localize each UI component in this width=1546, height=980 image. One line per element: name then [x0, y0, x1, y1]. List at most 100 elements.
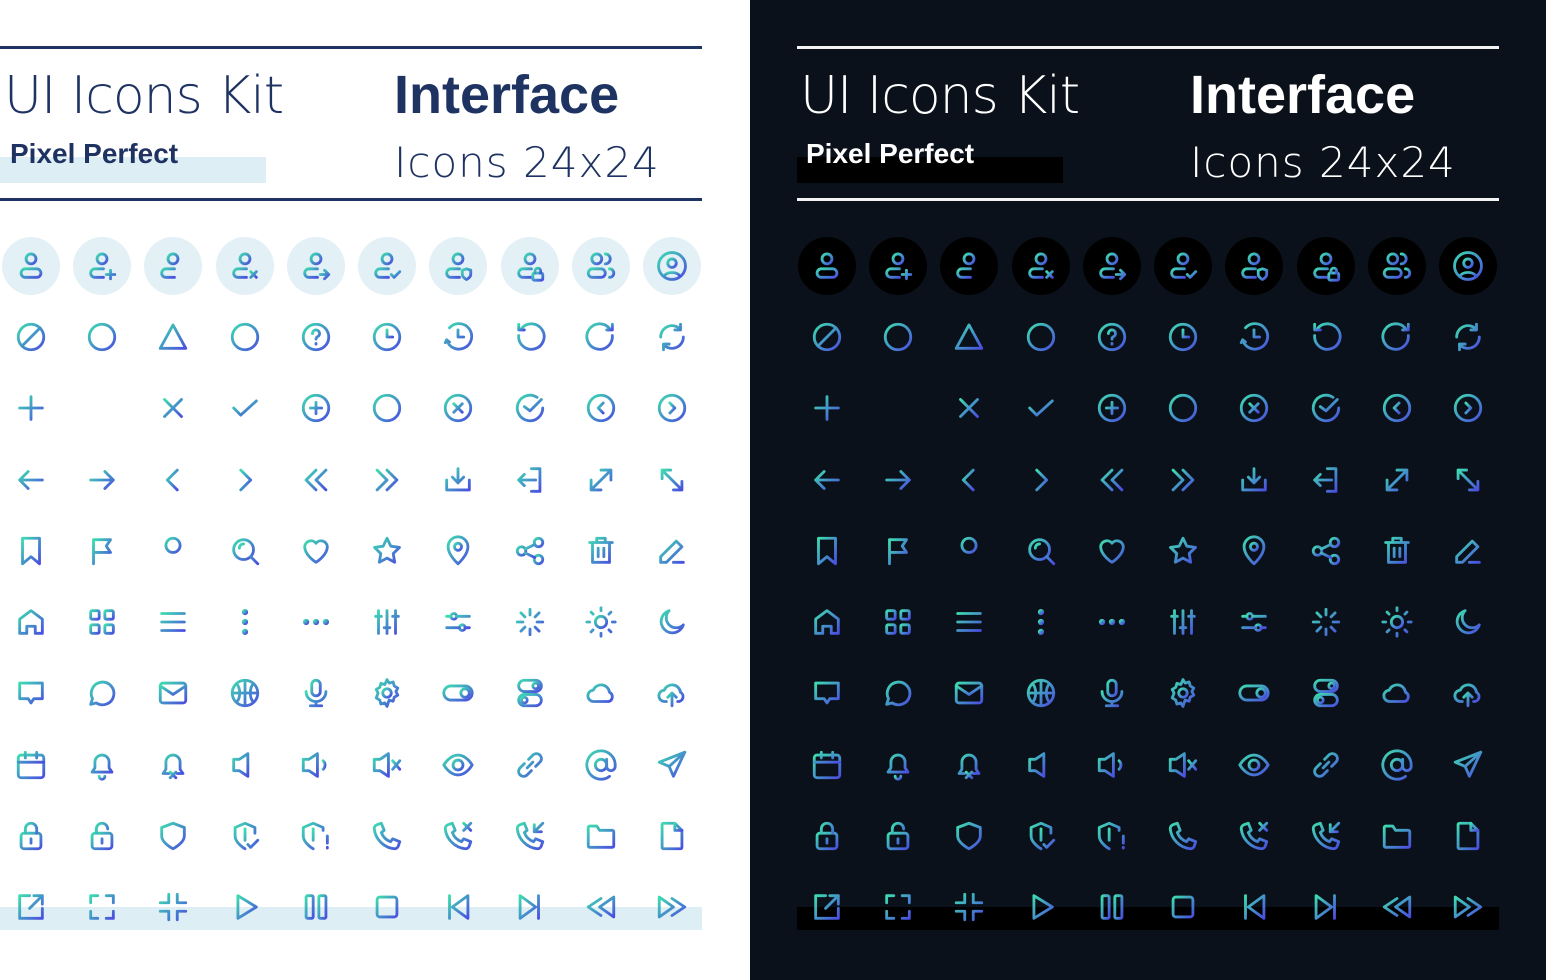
user-delete-icon: [231, 252, 258, 279]
icon-cell: [66, 586, 137, 657]
more-vertical-icon: [1037, 609, 1044, 636]
icon-cell: [1361, 373, 1432, 444]
icon-cell: [862, 586, 933, 657]
icon-cell: [66, 515, 137, 586]
icon-cell: [565, 729, 636, 800]
icon-cell: [1005, 729, 1076, 800]
icon-cell: [934, 515, 1005, 586]
icon-cell: [1290, 872, 1361, 943]
minus-icon: [89, 406, 115, 410]
sun-icon: [585, 606, 617, 638]
icon-cell: [934, 301, 1005, 372]
sun-icon: [1381, 606, 1413, 638]
icon-cell: [1076, 872, 1147, 943]
icon-cell: [637, 230, 708, 301]
close-icon: [959, 398, 980, 419]
icon-cell: [423, 373, 494, 444]
rewind-icon: [586, 895, 616, 919]
icon-cell: [494, 373, 565, 444]
icon-cell: [0, 301, 66, 372]
icon-cell: [0, 729, 66, 800]
arrow-left-icon: [17, 469, 44, 490]
shield-icon: [160, 821, 186, 851]
interface-heading: Interface: [394, 65, 620, 125]
kit-title: UI Icons Kit: [800, 66, 1080, 126]
home-icon: [17, 609, 44, 635]
icon-cell: [1290, 515, 1361, 586]
check-icon: [231, 399, 258, 417]
lock-icon: [19, 821, 42, 851]
mail-icon: [159, 682, 188, 705]
send-icon: [658, 750, 687, 778]
icon-cell: [934, 586, 1005, 657]
icon-cell: [351, 800, 422, 871]
pin-icon: [164, 536, 182, 565]
pixel-perfect-badge: Pixel Perfect: [806, 138, 975, 169]
icon-cell: [637, 872, 708, 943]
icon-cell: [1219, 373, 1290, 444]
check-circle-icon: [515, 394, 544, 423]
skip-forward-icon: [1314, 894, 1336, 921]
phone-incoming-icon: [1311, 821, 1340, 851]
icon-cell: [0, 872, 66, 943]
clock-icon: [372, 322, 402, 352]
message-circle-icon: [89, 681, 116, 707]
icon-cell: [1076, 800, 1147, 871]
plus-circle-icon: [1097, 394, 1126, 423]
user-lock-icon: [1312, 252, 1340, 282]
icon-cell: [494, 515, 565, 586]
edit-icon: [1455, 539, 1482, 564]
location-icon: [447, 535, 470, 565]
chevrons-right-icon: [375, 468, 399, 491]
icon-cell: [637, 658, 708, 729]
chevron-left-icon: [962, 468, 975, 491]
icon-cell: [66, 800, 137, 871]
message-circle-icon: [885, 681, 912, 707]
icon-cell: [280, 515, 351, 586]
icon-cell: [862, 301, 933, 372]
icon-cell: [1290, 658, 1361, 729]
icon-cell: [565, 586, 636, 657]
shield-alert-icon: [301, 821, 329, 851]
search-icon: [1027, 538, 1055, 565]
top-divider: [797, 46, 1499, 49]
icon-cell: [862, 872, 933, 943]
moon-icon: [1456, 609, 1482, 635]
icon-cell: [934, 800, 1005, 871]
flag-icon: [888, 538, 908, 565]
kit-title: UI Icons Kit: [4, 66, 284, 126]
icon-cell: [423, 872, 494, 943]
icon-cell: [351, 658, 422, 729]
help-icon: [1097, 322, 1126, 352]
icon-cell: [791, 230, 862, 301]
icon-cell: [0, 373, 66, 444]
icon-cell: [565, 444, 636, 515]
star-icon: [373, 536, 402, 564]
icon-cell: [0, 515, 66, 586]
icon-cell: [862, 444, 933, 515]
size-label: Icons 24x24: [394, 138, 660, 187]
pixel-perfect-badge: Pixel Perfect: [10, 138, 179, 169]
icon-cell: [1005, 301, 1076, 372]
heart-icon: [303, 539, 329, 564]
minus-circle-icon: [372, 394, 402, 423]
info-icon: [230, 322, 259, 352]
chevron-left-icon: [166, 468, 179, 491]
bottom-divider: [797, 198, 1499, 201]
icon-cell: [423, 444, 494, 515]
folder-icon: [586, 824, 616, 849]
phone-missed-icon: [444, 821, 473, 851]
icon-cell: [138, 373, 209, 444]
loader-icon: [515, 607, 544, 637]
bell-off-icon: [161, 753, 185, 779]
icon-cell: [138, 301, 209, 372]
icon-cell: [1290, 301, 1361, 372]
chevrons-left-icon: [1100, 468, 1124, 491]
user-check-icon: [1170, 252, 1198, 279]
light-panel: UI Icons Kit Interface Pixel Perfect Ico…: [0, 0, 750, 980]
icon-cell: [209, 729, 280, 800]
minus-icon: [885, 406, 911, 410]
pause-icon: [1100, 894, 1124, 921]
arrow-left-icon: [813, 469, 840, 490]
message-square-icon: [17, 682, 44, 705]
